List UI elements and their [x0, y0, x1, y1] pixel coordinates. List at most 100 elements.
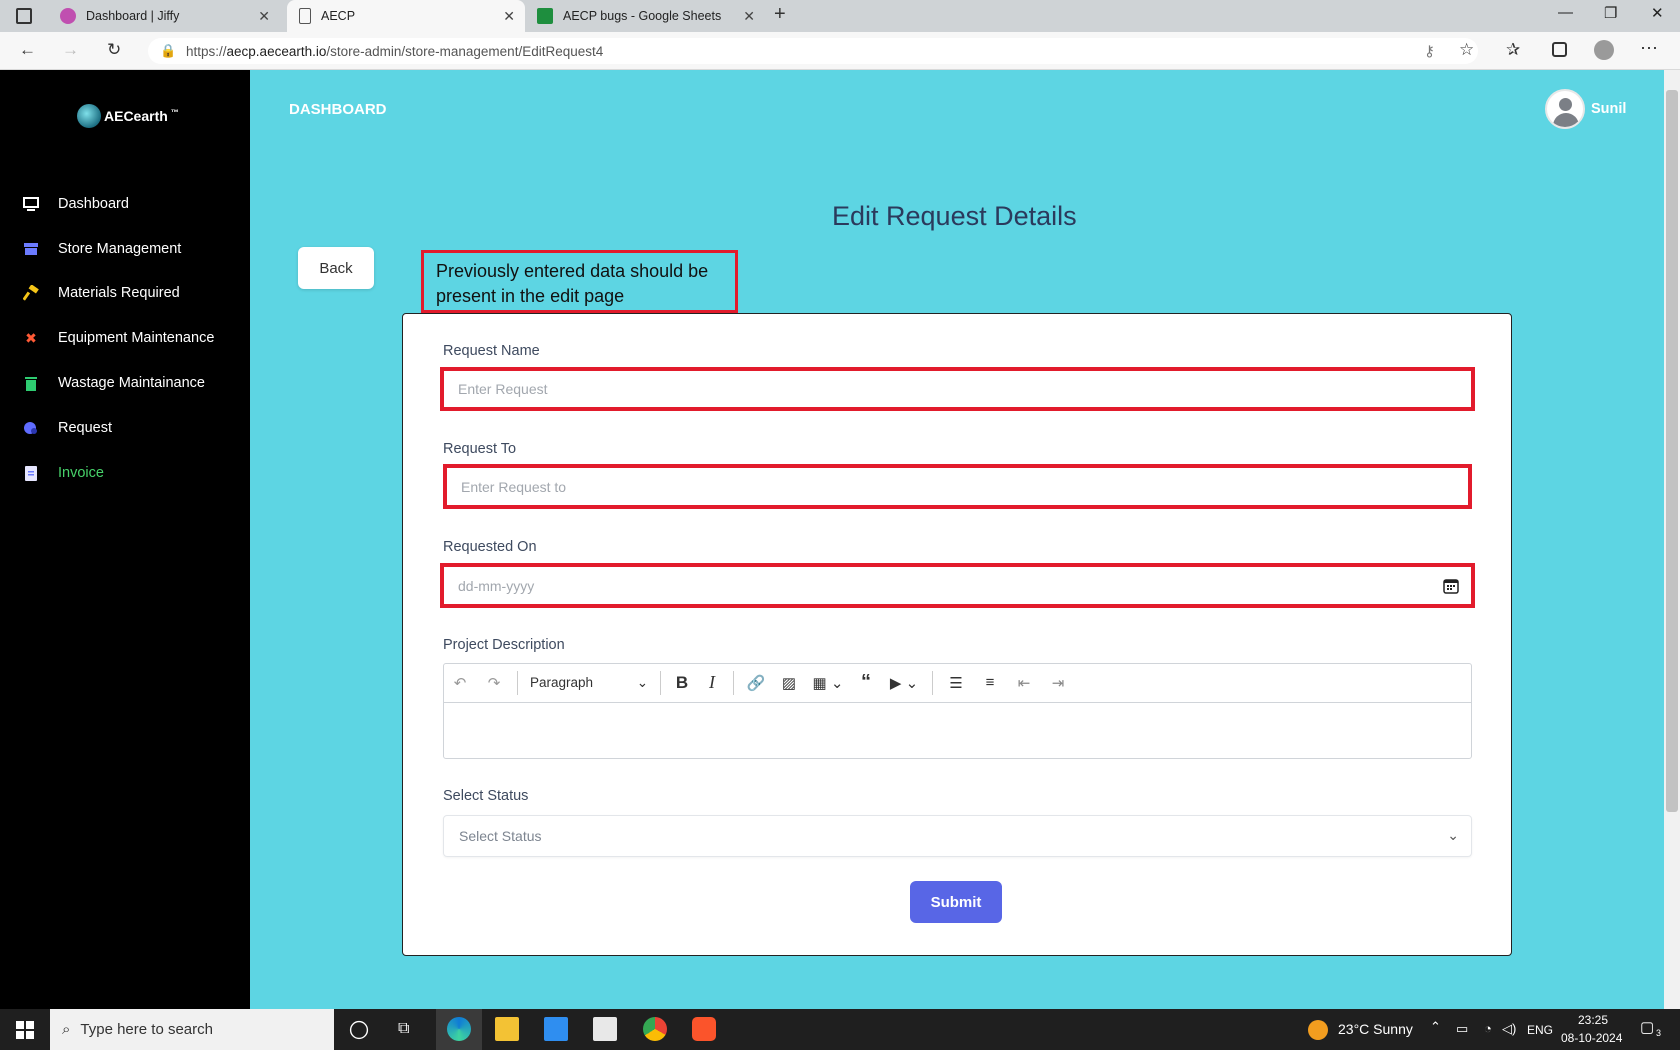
weather-icon[interactable] — [1308, 1020, 1328, 1040]
weather-text[interactable]: 23°C Sunny — [1338, 1021, 1413, 1037]
undo-icon[interactable]: ↶ — [443, 663, 477, 703]
mail-icon[interactable] — [593, 1017, 617, 1041]
network-icon[interactable]: ▭ — [1456, 1021, 1468, 1037]
user-menu[interactable]: Sunil — [1545, 89, 1626, 129]
tab-title: AECP — [321, 9, 356, 23]
globe-icon — [77, 104, 101, 128]
insert-table-icon[interactable]: ▦ ⌄ — [806, 663, 850, 703]
favorites-icon[interactable]: ✰ — [1506, 40, 1520, 60]
italic-icon[interactable]: I — [697, 663, 727, 703]
add-favorite-icon[interactable]: ☆ — [1459, 40, 1474, 60]
collections-icon[interactable] — [1552, 42, 1567, 57]
request-name-placeholder: Enter Request — [458, 381, 548, 397]
sidebar-item-equipment-maintenance[interactable]: ✖ Equipment Maintenance — [22, 326, 214, 350]
tools-icon: ✖ — [25, 329, 37, 346]
jiffy-favicon-icon — [60, 8, 76, 24]
close-icon[interactable]: ✕ — [743, 8, 755, 25]
page-title: Edit Request Details — [832, 201, 1077, 231]
file-explorer-icon[interactable] — [495, 1017, 519, 1041]
key-icon[interactable]: ⚷ — [1424, 42, 1435, 60]
back-button[interactable]: Back — [298, 247, 374, 289]
date-placeholder: dd-mm-yyyy — [458, 577, 535, 594]
bulleted-list-icon[interactable]: ☰ — [939, 663, 973, 703]
url-prefix: https:// — [186, 43, 227, 59]
header-title[interactable]: DASHBOARD — [289, 101, 387, 118]
chevron-down-icon: ⌄ — [636, 674, 648, 690]
indent-icon[interactable]: ⇥ — [1041, 663, 1075, 703]
language-indicator[interactable]: ENG — [1527, 1023, 1553, 1037]
sidebar-item-materials-required[interactable]: Materials Required — [22, 281, 180, 305]
request-to-input[interactable]: Enter Request to — [443, 464, 1472, 509]
wifi-icon[interactable]: ◔ — [1484, 1021, 1492, 1036]
document-icon — [22, 464, 40, 482]
notification-count: 3 — [1656, 1028, 1662, 1038]
numbered-list-icon[interactable]: ≡ — [973, 663, 1007, 703]
sidebar-item-invoice[interactable]: Invoice — [22, 461, 104, 485]
blockquote-icon[interactable]: “ — [850, 663, 882, 703]
more-icon[interactable]: ⋯ — [1640, 38, 1658, 59]
tab-jiffy[interactable]: Dashboard | Jiffy ✕ — [48, 0, 280, 32]
windows-start-icon[interactable] — [16, 1021, 34, 1044]
scrollbar-thumb[interactable] — [1666, 90, 1678, 812]
sidebar-item-request[interactable]: Request — [22, 416, 112, 440]
submit-button[interactable]: Submit — [910, 881, 1002, 923]
taskbar-search-placeholder: Type here to search — [80, 1021, 213, 1038]
back-arrow-icon[interactable]: ← — [19, 40, 36, 60]
clock-date[interactable]: 08-10-2024 — [1561, 1031, 1622, 1045]
insert-media-icon[interactable]: ▶ ⌄ — [882, 663, 926, 703]
bug-annotation-note: Previously entered data should be presen… — [421, 250, 738, 313]
request-name-input[interactable]: Enter Request — [440, 367, 1475, 411]
status-select[interactable]: Select Status ⌄ — [443, 815, 1472, 857]
project-description-label: Project Description — [443, 637, 565, 653]
taskbar-search[interactable]: ⌕ Type here to search — [50, 1009, 334, 1050]
sidebar-item-label: Dashboard — [58, 196, 129, 212]
avatar — [1545, 89, 1585, 129]
request-name-label: Request Name — [443, 343, 540, 359]
tab-title: AECP bugs - Google Sheets — [563, 9, 722, 23]
sidebar-item-wastage-maintainance[interactable]: Wastage Maintainance — [22, 371, 205, 395]
chevron-down-icon: ⌄ — [1447, 827, 1459, 843]
sidebar-item-label: Materials Required — [58, 285, 180, 301]
tab-aecp[interactable]: AECP ✕ — [287, 0, 525, 32]
request-to-label: Request To — [443, 441, 517, 457]
logo-text: AECearth — [104, 108, 168, 124]
store-app-icon[interactable] — [544, 1017, 568, 1041]
forward-arrow-icon[interactable]: → — [62, 40, 79, 60]
close-window-icon[interactable]: ✕ — [1651, 4, 1664, 22]
cortana-icon[interactable] — [349, 1020, 369, 1040]
sidebar-item-label: Store Management — [58, 241, 182, 257]
requested-on-label: Requested On — [443, 539, 537, 555]
close-icon[interactable]: ✕ — [503, 8, 515, 25]
close-icon[interactable]: ✕ — [258, 8, 270, 25]
new-tab-icon[interactable]: + — [774, 3, 786, 26]
tab-sheets[interactable]: AECP bugs - Google Sheets ✕ — [525, 0, 765, 32]
notification-icon[interactable]: ▢ — [1640, 1018, 1654, 1036]
logo-trademark: ™ — [170, 107, 179, 117]
calendar-icon[interactable] — [1443, 578, 1459, 597]
task-view-icon[interactable]: ⧉ — [398, 1020, 409, 1038]
volume-icon[interactable]: ◁) — [1502, 1021, 1516, 1037]
tab-title: Dashboard | Jiffy — [86, 9, 180, 23]
link-icon[interactable]: 🔗 — [740, 663, 772, 703]
sidebar-item-dashboard[interactable]: Dashboard — [22, 192, 129, 216]
redo-icon[interactable]: ↷ — [477, 663, 511, 703]
paragraph-style-dropdown[interactable]: Paragraph ⌄ — [524, 663, 654, 703]
lock-icon: 🔒 — [160, 43, 177, 58]
edge-icon[interactable] — [447, 1017, 471, 1041]
sidebar-item-store-management[interactable]: Store Management — [22, 237, 181, 261]
restore-icon[interactable]: ❐ — [1604, 4, 1617, 22]
chevron-up-icon[interactable]: ⌃ — [1430, 1019, 1441, 1035]
brave-icon[interactable] — [692, 1017, 716, 1041]
sidebar-item-label: Wastage Maintainance — [58, 375, 205, 391]
url-field[interactable]: 🔒 https://aecp.aecearth.io/store-admin/s… — [148, 38, 1478, 64]
minimize-icon[interactable]: — — [1558, 4, 1573, 21]
requested-on-date-input[interactable]: dd-mm-yyyy — [440, 563, 1475, 608]
profile-icon[interactable] — [1594, 40, 1614, 60]
tab-actions-icon[interactable] — [16, 8, 32, 24]
clock-time[interactable]: 23:25 — [1578, 1013, 1608, 1027]
bold-icon[interactable]: B — [667, 663, 697, 703]
outdent-icon[interactable]: ⇤ — [1007, 663, 1041, 703]
insert-image-icon[interactable]: ▨ — [772, 663, 806, 703]
reload-icon[interactable]: ↻ — [107, 40, 121, 60]
chrome-icon[interactable] — [643, 1017, 667, 1041]
